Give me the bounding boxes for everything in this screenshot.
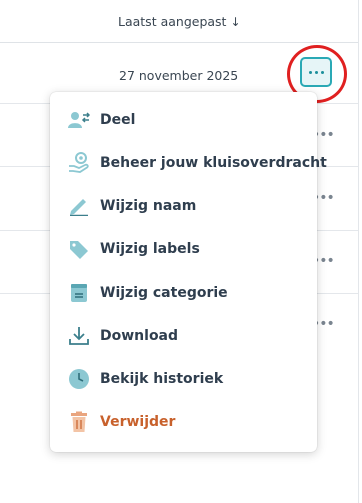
- category-icon: [68, 282, 90, 304]
- menu-item-edit-labels[interactable]: Wijzig labels: [50, 229, 317, 269]
- hand-transfer-icon: [68, 152, 90, 174]
- sort-label: Laatst aangepast: [118, 14, 227, 29]
- arrow-down-icon: ↓: [230, 14, 241, 29]
- menu-item-label: Wijzig categorie: [100, 285, 228, 301]
- download-icon: [68, 325, 90, 347]
- menu-item-label: Download: [100, 328, 179, 344]
- menu-item-label: Verwijder: [100, 414, 176, 430]
- menu-item-share[interactable]: Deel: [50, 100, 317, 140]
- share-users-icon: [68, 109, 90, 131]
- trash-icon: [68, 411, 90, 433]
- actions-menu: Deel Beheer jouw kluisoverdracht Wijzig …: [50, 92, 327, 452]
- menu-item-download[interactable]: Download: [50, 316, 317, 356]
- menu-item-manage-vault-transfer[interactable]: Beheer jouw kluisoverdracht: [50, 143, 327, 183]
- menu-item-label: Wijzig naam: [100, 198, 197, 214]
- tag-icon: [68, 238, 90, 260]
- menu-item-label: Wijzig labels: [100, 241, 200, 257]
- file-list: Laatst aangepast ↓ 27 november 2025 ••• …: [0, 0, 362, 503]
- menu-item-label: Bekijk historiek: [100, 371, 224, 387]
- menu-item-label: Deel: [100, 112, 136, 128]
- menu-item-rename[interactable]: Wijzig naam: [50, 186, 317, 226]
- clock-icon: [68, 368, 90, 390]
- menu-item-delete[interactable]: Verwijder: [50, 402, 317, 442]
- menu-item-edit-category[interactable]: Wijzig categorie: [50, 273, 317, 313]
- menu-item-view-history[interactable]: Bekijk historiek: [50, 359, 317, 399]
- row-date: 27 november 2025: [119, 68, 239, 83]
- menu-item-label: Beheer jouw kluisoverdracht: [100, 155, 327, 171]
- sort-by-last-modified[interactable]: Laatst aangepast ↓: [118, 14, 241, 29]
- pencil-icon: [68, 195, 90, 217]
- table-header: Laatst aangepast ↓: [0, 0, 358, 43]
- divider: [358, 0, 359, 503]
